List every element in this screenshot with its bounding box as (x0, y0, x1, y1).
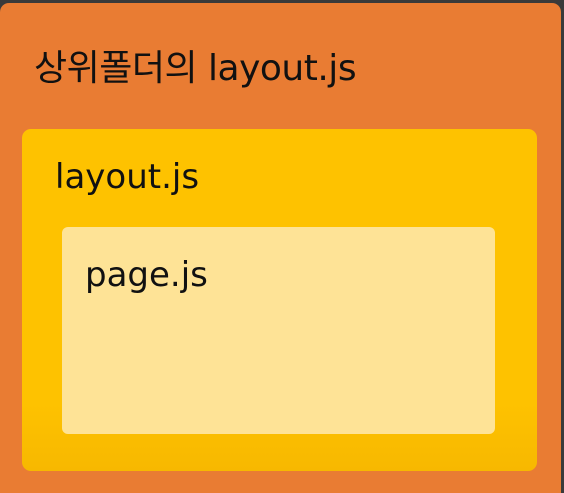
parent-layout-box: 상위폴더의 layout.js layout.js page.js (0, 3, 561, 493)
page-box: page.js (62, 227, 495, 434)
page-label: page.js (85, 255, 208, 295)
parent-layout-label: 상위폴더의 layout.js (34, 48, 357, 89)
layout-label: layout.js (55, 157, 200, 197)
layout-box: layout.js page.js (22, 129, 537, 471)
